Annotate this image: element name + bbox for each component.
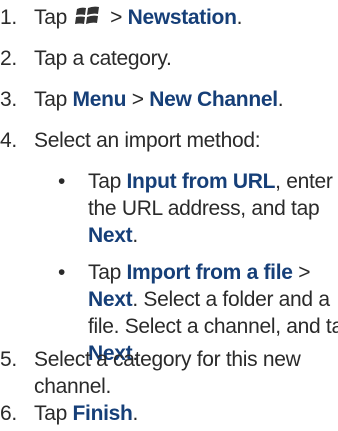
bullet-line: Tap Import from a file > (88, 259, 310, 286)
period: . (277, 88, 284, 111)
step-number: 1. (0, 6, 17, 29)
step-verb: Tap (34, 88, 67, 111)
instruction-page: 1. Tap > Newstation. 2. Tap a category. … (0, 0, 338, 431)
bullet-line: Next. Select a folder and a (88, 286, 330, 313)
menu-separator: > (298, 261, 311, 284)
menu-label: Menu (72, 88, 127, 111)
step-text-line-2: channel. (34, 375, 111, 398)
period: . (132, 402, 139, 425)
menu-separator: > (131, 88, 144, 111)
step-number: 5. (0, 348, 17, 371)
bullet-dot: • (58, 170, 66, 193)
step-text: Tap a category. (34, 47, 172, 70)
bullet-text: , enter (275, 170, 333, 193)
bullet-line: Tap Input from URL, enter (88, 168, 333, 195)
next-label: Next (88, 288, 133, 311)
bullet-line: the URL address, and tap (88, 197, 320, 220)
windows-start-icon (74, 6, 99, 24)
finish-label: Finish (72, 402, 133, 425)
menu-separator: > (110, 6, 123, 29)
step-text: Tap > Newstation. (34, 4, 242, 31)
step-number: 3. (0, 88, 17, 111)
bullet-text: . Select a folder and a (132, 288, 330, 311)
step-verb: Tap (34, 6, 67, 29)
step-number: 4. (0, 129, 17, 152)
step-verb: Tap (34, 402, 67, 425)
bullet-dot: • (58, 261, 66, 284)
next-label: Next (88, 224, 133, 247)
step-text: Tap Finish. (34, 400, 138, 427)
period: . (132, 224, 138, 247)
step-text: Select an import method: (34, 129, 261, 152)
newstation-label: Newstation (127, 6, 237, 29)
step-number: 2. (0, 47, 17, 70)
import-from-file-label: Import from a file (126, 261, 293, 284)
new-channel-label: New Channel (149, 88, 278, 111)
step-text-line-1: Select a category for this new (34, 348, 301, 371)
bullet-verb: Tap (88, 170, 121, 193)
input-from-url-label: Input from URL (126, 170, 276, 193)
step-text: Tap Menu > New Channel. (34, 86, 284, 113)
bullet-verb: Tap (88, 261, 121, 284)
period: . (236, 6, 243, 29)
step-number: 6. (0, 402, 17, 425)
bullet-line: file. Select a channel, and tap (88, 315, 338, 338)
bullet-line: Next. (88, 222, 138, 249)
